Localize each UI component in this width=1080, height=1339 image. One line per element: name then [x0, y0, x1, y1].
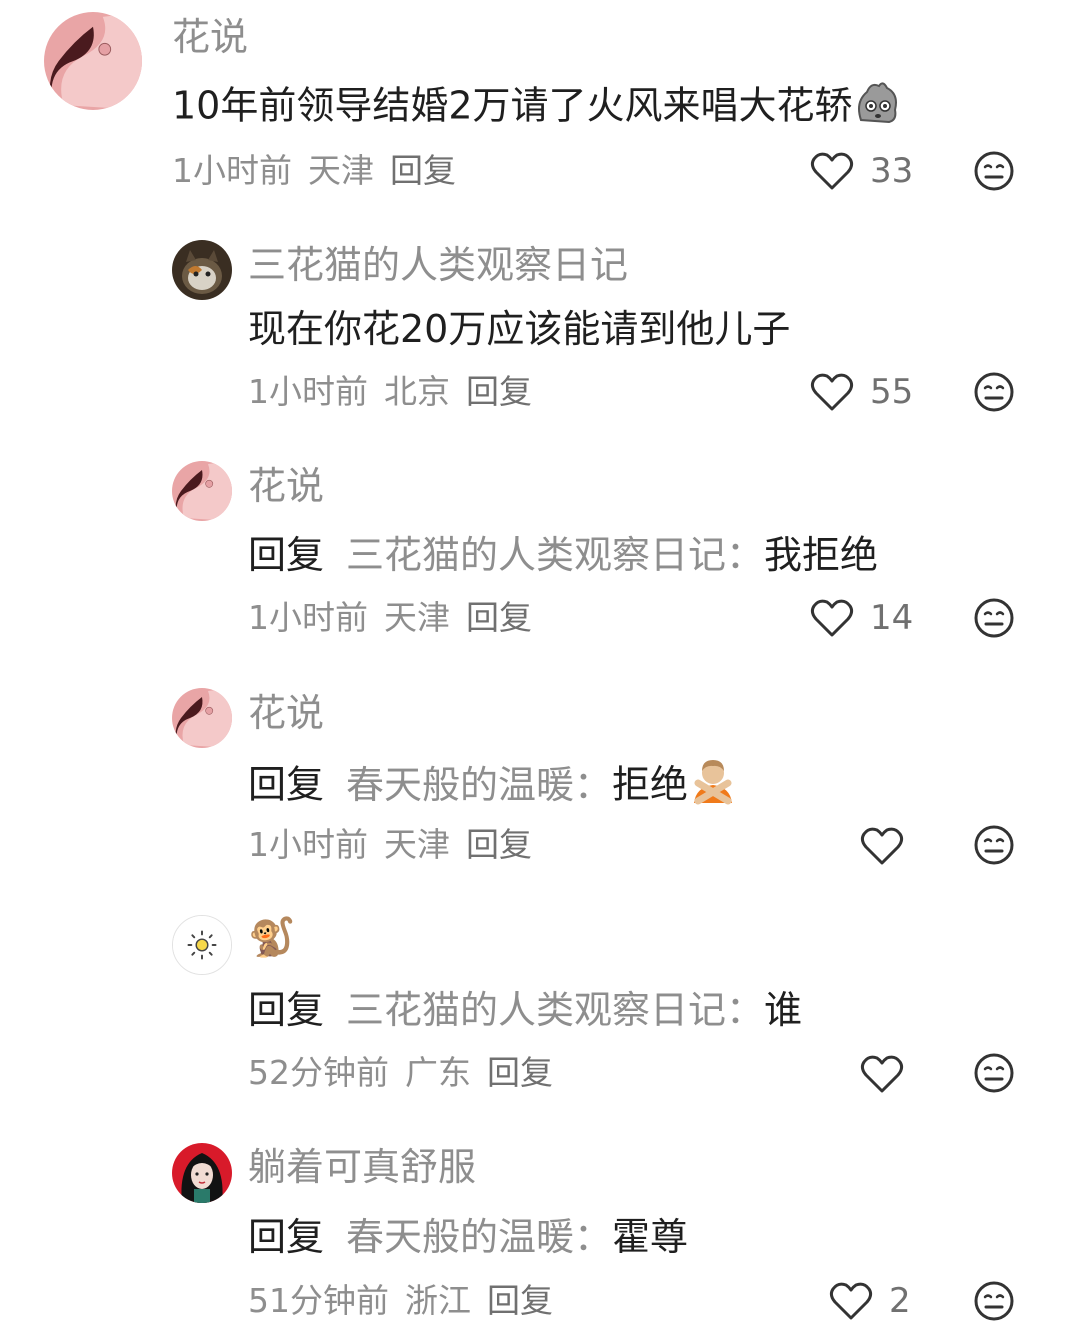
comment-time: 1小时前: [248, 598, 368, 637]
reply-button[interactable]: 回复: [487, 1053, 553, 1092]
like-button[interactable]: 2: [829, 1276, 911, 1326]
reply-button[interactable]: 回复: [390, 151, 456, 190]
reply-button[interactable]: 回复: [466, 372, 532, 411]
comment-location: 天津: [384, 825, 450, 864]
heart-icon: [810, 599, 854, 637]
like-button[interactable]: [860, 1049, 920, 1099]
dislike-button[interactable]: [973, 1280, 1015, 1322]
comment-author[interactable]: 花说: [248, 463, 324, 509]
heart-icon: [860, 1055, 904, 1093]
meh-face-icon: [974, 372, 1014, 412]
comment-location: 广东: [405, 1053, 471, 1092]
reply-button[interactable]: 回复: [466, 825, 532, 864]
comment-author[interactable]: 花说: [248, 690, 324, 736]
comment-meta: 1小时前 天津 回复: [248, 597, 548, 639]
comment-location: 浙江: [405, 1281, 471, 1320]
heart-icon: [810, 373, 854, 411]
meh-face-icon: [974, 151, 1014, 191]
comment: 花说 10年前领导结婚2万请了火风来唱大花轿 1小时前 天津 回复 33: [0, 0, 1080, 210]
reply-prefix: 回复: [248, 988, 325, 1032]
comment-meta: 1小时前 天津 回复: [172, 150, 472, 192]
reply-comment: 🐒 回复 三花猫的人类观察日记：谁 52分钟前 广东 回复: [0, 912, 1080, 1112]
avatar[interactable]: [172, 915, 232, 975]
dislike-button[interactable]: [973, 371, 1015, 413]
reply-target-user[interactable]: 三花猫的人类观察日记：: [346, 533, 764, 577]
heart-icon: [829, 1282, 873, 1320]
meh-face-icon: [974, 1281, 1014, 1321]
person-gesturing-no-emoji-icon: [688, 757, 738, 817]
reply-prefix: 回复: [248, 762, 325, 807]
comment-author[interactable]: 花说: [172, 14, 248, 60]
reply-target-user[interactable]: 春天般的温暖：: [346, 763, 612, 807]
heart-icon: [810, 152, 854, 190]
comment-text-content: 拒绝: [612, 762, 689, 807]
avatar[interactable]: [172, 240, 232, 300]
like-count: 2: [889, 1281, 911, 1321]
comment-text: 现在你花20万应该能请到他儿子: [248, 307, 791, 351]
meh-face-icon: [974, 1053, 1014, 1093]
comment-time: 51分钟前: [248, 1281, 389, 1320]
like-button[interactable]: [860, 821, 920, 871]
comment-text: 回复 三花猫的人类观察日记：谁: [248, 985, 802, 1035]
comment-author[interactable]: 三花猫的人类观察日记: [248, 242, 628, 288]
reply-comment: 三花猫的人类观察日记 现在你花20万应该能请到他儿子 1小时前 北京 回复 55: [0, 230, 1080, 430]
like-count: 55: [870, 372, 914, 412]
comment-text: 回复 三花猫的人类观察日记：我拒绝: [248, 530, 878, 580]
comment-text-content: 10年前领导结婚2万请了火风来唱大花轿: [172, 83, 853, 128]
dislike-button[interactable]: [973, 824, 1015, 866]
dislike-button[interactable]: [973, 597, 1015, 639]
reply-comment: 躺着可真舒服 回复 春天般的温暖：霍尊 51分钟前 浙江 回复 2: [0, 1140, 1080, 1339]
comment-text: 回复 春天般的温暖：霍尊: [248, 1212, 688, 1262]
comment-time: 1小时前: [248, 372, 368, 411]
reply-prefix: 回复: [248, 1215, 325, 1259]
meh-face-icon: [974, 598, 1014, 638]
comment-location: 天津: [384, 598, 450, 637]
comment-time: 52分钟前: [248, 1053, 389, 1092]
comment-author[interactable]: 躺着可真舒服: [248, 1144, 476, 1190]
comment-meta: 52分钟前 广东 回复: [248, 1052, 569, 1094]
dislike-button[interactable]: [973, 1052, 1015, 1094]
comment-text-content: 霍尊: [612, 1215, 689, 1259]
like-count: 33: [870, 151, 914, 191]
reply-target-user[interactable]: 春天般的温暖：: [346, 1215, 612, 1259]
avatar[interactable]: [172, 461, 232, 521]
comment-time: 1小时前: [172, 151, 292, 190]
reply-button[interactable]: 回复: [487, 1281, 553, 1320]
comment-text-content: 我拒绝: [764, 533, 879, 577]
comment-text: 10年前领导结婚2万请了火风来唱大花轿: [172, 80, 901, 136]
comment-location: 北京: [384, 372, 450, 411]
crying-blob-emoji-icon: [853, 80, 901, 136]
avatar[interactable]: [172, 688, 232, 748]
avatar[interactable]: [44, 12, 142, 110]
reply-comment: 花说 回复 三花猫的人类观察日记：我拒绝 1小时前 天津 回复 14: [0, 456, 1080, 656]
reply-comment: 花说 回复 春天般的温暖：拒绝 1小时前 天津 回复: [0, 684, 1080, 884]
reply-target-user[interactable]: 三花猫的人类观察日记：: [346, 988, 764, 1032]
dislike-button[interactable]: [973, 150, 1015, 192]
reply-button[interactable]: 回复: [466, 598, 532, 637]
like-button[interactable]: 55: [810, 367, 913, 417]
comment-text-content: 谁: [764, 988, 803, 1032]
comment-author[interactable]: 🐒: [248, 914, 295, 960]
meh-face-icon: [974, 825, 1014, 865]
comment-location: 天津: [308, 151, 374, 190]
comment-text: 回复 春天般的温暖：拒绝: [248, 757, 738, 817]
comment-meta: 1小时前 北京 回复: [248, 371, 548, 413]
comment-meta: 51分钟前 浙江 回复: [248, 1280, 569, 1322]
avatar[interactable]: [172, 1143, 232, 1203]
heart-icon: [860, 827, 904, 865]
comment-time: 1小时前: [248, 825, 368, 864]
like-count: 14: [870, 598, 914, 638]
comment-meta: 1小时前 天津 回复: [248, 824, 548, 866]
like-button[interactable]: 14: [810, 593, 913, 643]
reply-prefix: 回复: [248, 533, 325, 577]
like-button[interactable]: 33: [810, 146, 913, 196]
